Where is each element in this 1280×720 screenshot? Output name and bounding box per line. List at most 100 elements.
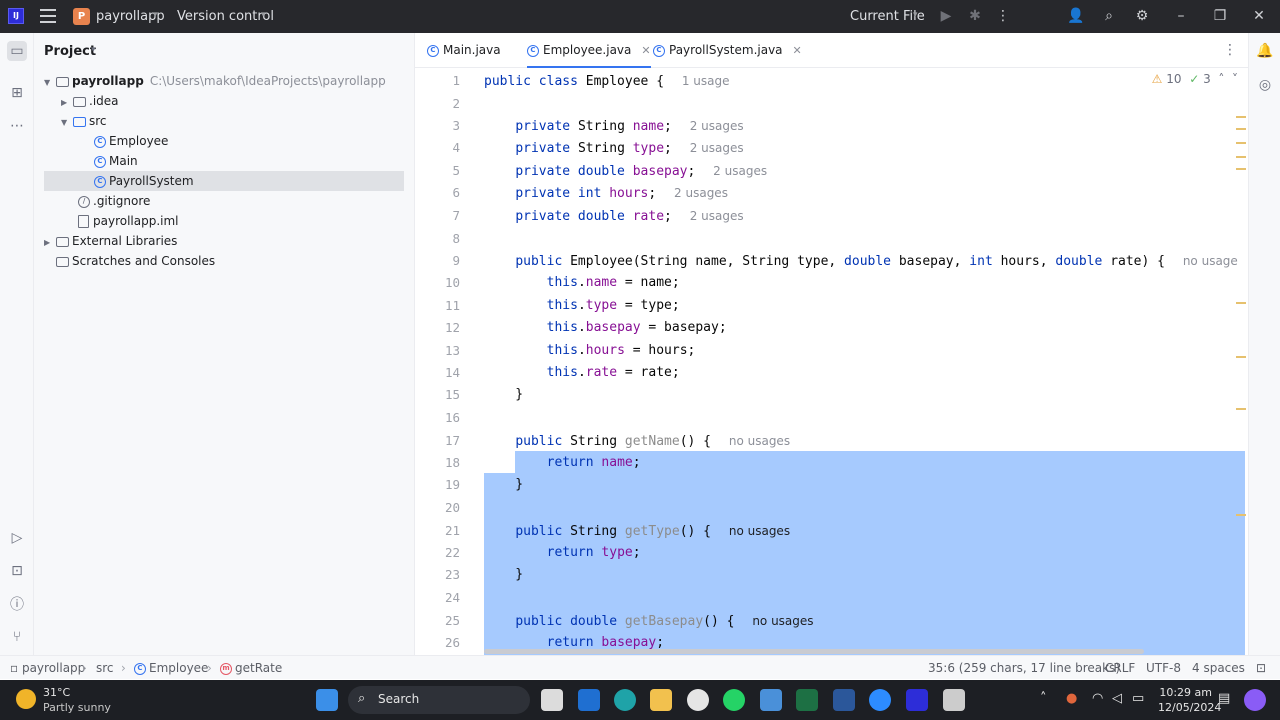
line-number[interactable]: 24 — [420, 587, 460, 609]
line-number[interactable]: 16 — [420, 407, 460, 429]
breadcrumb-getrate[interactable]: m getRate — [220, 656, 282, 680]
notifications-icon[interactable]: 🔔 — [1255, 41, 1275, 61]
maximize-icon[interactable]: ❐ — [1211, 7, 1229, 25]
snipping-tool-icon[interactable] — [943, 689, 965, 711]
caret-position[interactable]: 35:6 (259 chars, 17 line breaks) — [928, 656, 1120, 680]
project-folder-icon[interactable]: ▭ — [7, 41, 27, 61]
main-menu-icon[interactable] — [40, 9, 56, 23]
tab-payrollsystem-java[interactable]: C PayrollSystem.java ✕ — [653, 33, 802, 68]
line-number[interactable]: 21 — [420, 520, 460, 542]
weather-temperature[interactable]: 31°C — [43, 686, 70, 699]
more-tools-icon[interactable]: ⋯ — [7, 116, 27, 136]
more-actions-icon[interactable]: ⋮ — [994, 7, 1012, 25]
copilot-icon[interactable] — [1244, 689, 1266, 711]
tree-item-root[interactable]: ▼ payrollapp C:\Users\makof\IdeaProjects\p… — [44, 71, 404, 91]
scroll-marker[interactable] — [1236, 168, 1246, 170]
usage-hint[interactable]: 2 usages — [690, 209, 744, 223]
intellij-logo-icon[interactable]: IJ — [8, 8, 24, 24]
notepad-icon[interactable] — [760, 689, 782, 711]
scroll-marker[interactable] — [1236, 142, 1246, 144]
usage-hint[interactable]: 2 usages — [674, 186, 728, 200]
close-tab-icon[interactable]: ✕ — [793, 44, 802, 57]
word-icon[interactable] — [833, 689, 855, 711]
line-number[interactable]: 18 — [420, 452, 460, 474]
line-number[interactable]: 23 — [420, 564, 460, 586]
tree-item-employee[interactable]: C Employee — [44, 131, 404, 151]
line-separator[interactable]: CRLF — [1105, 656, 1135, 680]
whatsapp-icon[interactable] — [723, 689, 745, 711]
problems-icon[interactable]: ⓘ — [7, 595, 27, 615]
usage-hint[interactable]: no usages — [729, 434, 790, 448]
minimize-icon[interactable]: – — [1172, 7, 1190, 25]
volume-icon[interactable]: ◁ — [1112, 691, 1122, 706]
run-tool-icon[interactable]: ▷ — [7, 528, 27, 548]
battery-icon[interactable]: ▭ — [1132, 691, 1144, 706]
line-number[interactable]: 17 — [420, 430, 460, 452]
file-encoding[interactable]: UTF-8 — [1146, 656, 1181, 680]
chevron-up-icon[interactable]: ˄ — [1040, 691, 1047, 706]
project-badge[interactable]: P — [73, 8, 90, 25]
close-tab-icon[interactable]: ✕ — [641, 44, 650, 57]
usage-hint[interactable]: 2 usages — [690, 119, 744, 133]
line-number[interactable]: 5 — [420, 160, 460, 182]
tree-item-scratches[interactable]: Scratches and Consoles — [44, 251, 404, 271]
git-icon[interactable]: ⑂ — [7, 627, 27, 647]
intellij-taskbar-icon[interactable] — [906, 689, 928, 711]
line-number[interactable]: 2 — [420, 93, 460, 115]
microphone-icon[interactable]: ● — [1066, 691, 1077, 706]
add-user-icon[interactable]: 👤 — [1067, 7, 1085, 25]
run-icon[interactable]: ▶ — [937, 7, 955, 25]
line-number[interactable]: 12 — [420, 317, 460, 339]
windows-start-icon[interactable] — [316, 689, 338, 711]
inspection-widget[interactable]: ⚠ 10 ✓ 3 ˄ ˅ — [1152, 72, 1238, 86]
excel-icon[interactable] — [796, 689, 818, 711]
file-explorer-icon[interactable] — [650, 689, 672, 711]
breadcrumb-employee[interactable]: C Employee — [134, 656, 208, 680]
task-view-icon[interactable] — [541, 689, 563, 711]
tree-item-external-libraries[interactable]: ▶ External Libraries — [44, 231, 404, 251]
tab-employee-java[interactable]: C Employee.java ✕ — [527, 33, 651, 68]
scroll-marker[interactable] — [1236, 514, 1246, 516]
tree-item-idea[interactable]: ▶ .idea — [44, 91, 404, 111]
usage-hint[interactable]: no usage — [1183, 254, 1238, 268]
chrome-icon[interactable] — [687, 689, 709, 711]
chevron-down-icon[interactable]: ˅ — [1232, 72, 1238, 86]
usage-hint[interactable]: 1 usage — [682, 74, 730, 88]
line-number[interactable]: 4 — [420, 137, 460, 159]
line-number[interactable]: 22 — [420, 542, 460, 564]
line-number[interactable]: 9 — [420, 250, 460, 272]
chevron-up-icon[interactable]: ˄ — [1218, 72, 1224, 86]
line-number[interactable]: 10 — [420, 272, 460, 294]
line-number[interactable]: 8 — [420, 228, 460, 250]
taskbar-search[interactable]: ⌕ Search — [348, 686, 530, 714]
read-only-icon[interactable]: ⊡ — [1256, 656, 1266, 680]
line-number[interactable]: 14 — [420, 362, 460, 384]
notification-center-icon[interactable]: ▤ — [1218, 691, 1230, 706]
zoom-icon[interactable] — [869, 689, 891, 711]
close-icon[interactable]: ✕ — [1250, 7, 1268, 25]
line-number[interactable]: 26 — [420, 632, 460, 654]
breadcrumb-project[interactable]: ▫ payrollapp — [10, 656, 85, 680]
outlook-icon[interactable] — [578, 689, 600, 711]
ai-assistant-icon[interactable]: ◎ — [1255, 75, 1275, 95]
structure-icon[interactable]: ⊞ — [7, 83, 27, 103]
scroll-marker[interactable] — [1236, 302, 1246, 304]
line-number[interactable]: 20 — [420, 497, 460, 519]
tree-item-main[interactable]: C Main — [44, 151, 404, 171]
edge-icon[interactable] — [614, 689, 636, 711]
version-control-menu[interactable]: Version control — [177, 9, 274, 24]
search-icon[interactable]: ⌕ — [1100, 7, 1118, 25]
wifi-icon[interactable]: ◠ — [1092, 691, 1103, 706]
breadcrumb-src[interactable]: src — [96, 656, 114, 680]
scroll-marker[interactable] — [1236, 356, 1246, 358]
scroll-marker[interactable] — [1236, 128, 1246, 130]
weather-description[interactable]: Partly sunny — [43, 701, 111, 714]
gear-icon[interactable]: ⚙ — [1133, 7, 1151, 25]
scroll-marker[interactable] — [1236, 116, 1246, 118]
debug-icon[interactable]: ✱ — [966, 7, 984, 25]
terminal-icon[interactable]: ⊡ — [7, 561, 27, 581]
line-number[interactable]: 3 — [420, 115, 460, 137]
line-number[interactable]: 7 — [420, 205, 460, 227]
tree-item-src[interactable]: ▼ src — [44, 111, 404, 131]
usage-hint[interactable]: no usages — [729, 524, 790, 538]
